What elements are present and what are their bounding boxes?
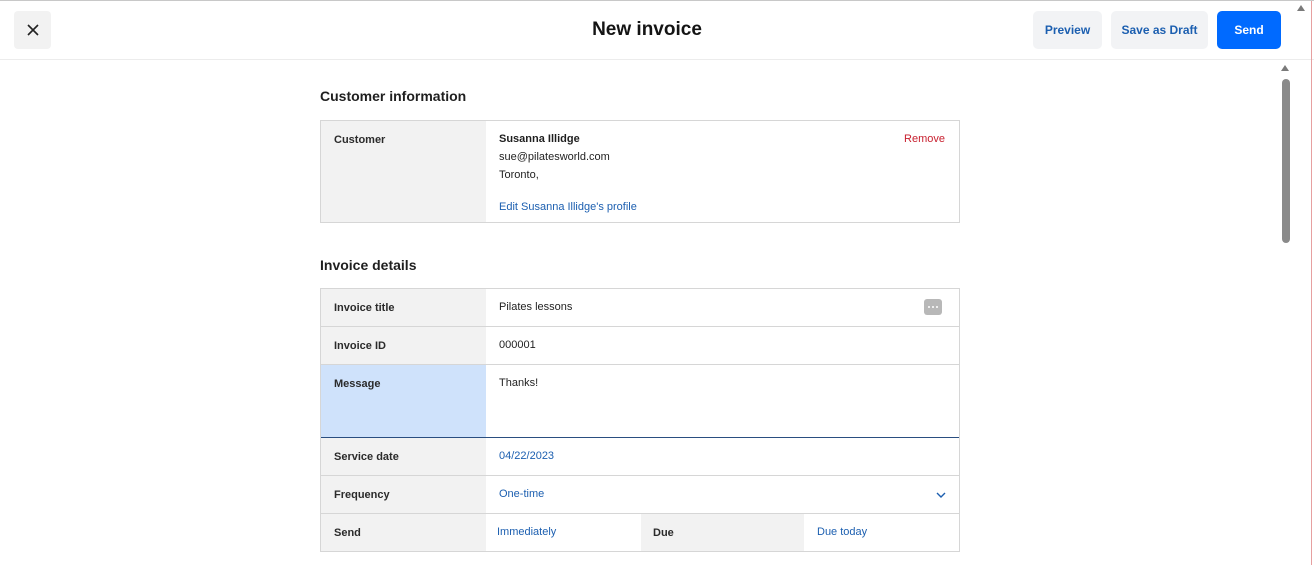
invoice-title-label: Invoice title (321, 289, 486, 326)
frequency-select[interactable]: One-time (486, 476, 959, 513)
customer-email: sue@pilatesworld.com (499, 151, 610, 163)
scrollbar-thumb[interactable] (1282, 79, 1290, 243)
preview-button[interactable]: Preview (1033, 11, 1102, 49)
invoice-id-input[interactable]: 000001 (486, 327, 959, 364)
remove-customer-button[interactable]: Remove (904, 133, 945, 145)
message-textarea[interactable]: Thanks! (486, 365, 959, 437)
send-timing-select[interactable]: Immediately (486, 514, 641, 551)
message-label: Message (321, 365, 486, 437)
scrollbar[interactable] (1278, 61, 1292, 565)
frequency-label: Frequency (321, 476, 486, 513)
scroll-up-icon[interactable] (1281, 65, 1289, 71)
message-row[interactable]: Message Thanks! (321, 365, 959, 438)
invoice-title-input[interactable]: Pilates lessons (486, 289, 959, 326)
customer-city: Toronto, (499, 169, 539, 181)
invoice-details-card: Invoice title Pilates lessons Invoice ID… (320, 288, 960, 552)
customer-row: Customer Susanna Illidge sue@pilatesworl… (321, 121, 959, 222)
chevron-down-icon[interactable] (935, 490, 947, 500)
send-button[interactable]: Send (1217, 11, 1281, 49)
window-scroll-up-icon[interactable] (1297, 5, 1305, 11)
due-label: Due (641, 514, 804, 551)
top-bar: New invoice Preview Save as Draft Send (0, 1, 1314, 60)
invoice-section-title: Invoice details (320, 257, 417, 273)
send-due-row: Send Immediately Due Due today (321, 514, 959, 551)
save-draft-button[interactable]: Save as Draft (1111, 11, 1208, 49)
service-date-label: Service date (321, 438, 486, 475)
customer-label: Customer (321, 121, 486, 222)
customer-card: Customer Susanna Illidge sue@pilatesworl… (320, 120, 960, 223)
invoice-title-row[interactable]: Invoice title Pilates lessons (321, 289, 959, 327)
customer-name: Susanna Illidge (499, 133, 580, 145)
invoice-id-label: Invoice ID (321, 327, 486, 364)
service-date-picker[interactable]: 04/22/2023 (486, 438, 959, 475)
edit-profile-link[interactable]: Edit Susanna Illidge's profile (499, 201, 637, 213)
send-timing-label: Send (321, 514, 486, 551)
invoice-id-row[interactable]: Invoice ID 000001 (321, 327, 959, 365)
customer-details: Susanna Illidge sue@pilatesworld.com Tor… (486, 121, 959, 222)
window-edge (1311, 1, 1312, 565)
customer-section-title: Customer information (320, 88, 467, 104)
invoice-page: New invoice Preview Save as Draft Send C… (0, 0, 1314, 565)
send-due-split: Immediately Due Due today (486, 514, 959, 551)
service-date-row[interactable]: Service date 04/22/2023 (321, 438, 959, 476)
more-options-icon[interactable] (924, 299, 942, 315)
due-select[interactable]: Due today (804, 514, 959, 551)
frequency-row[interactable]: Frequency One-time (321, 476, 959, 514)
